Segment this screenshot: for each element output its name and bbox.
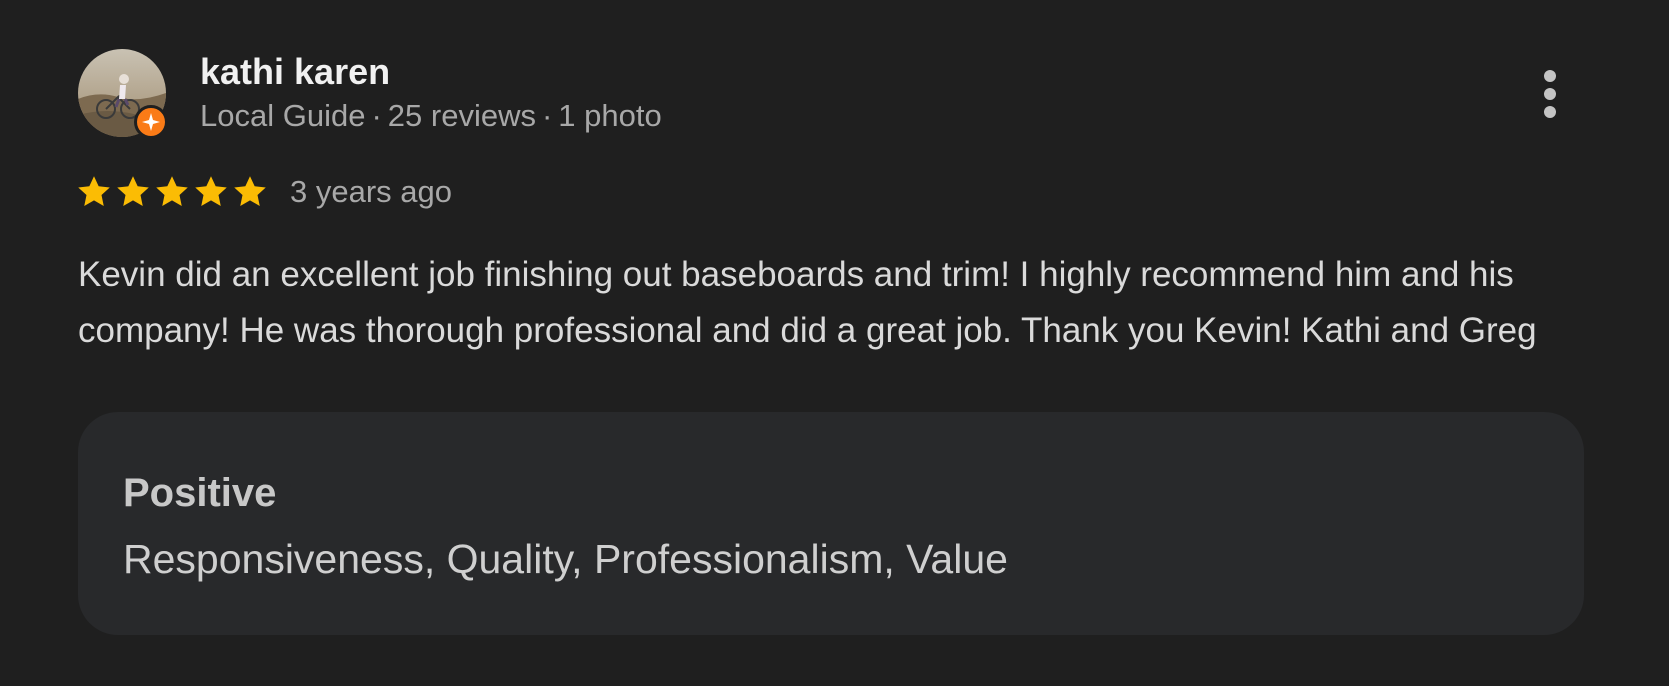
local-guide-badge-icon (134, 105, 168, 139)
avatar[interactable] (78, 49, 168, 139)
reviewer-photo-count: 1 photo (558, 98, 662, 133)
attributes-title: Positive (123, 471, 277, 515)
more-options-button[interactable] (1524, 62, 1576, 126)
attributes-values: Responsiveness, Quality, Professionalism… (123, 536, 1008, 582)
meta-separator: · (541, 98, 553, 133)
meta-separator: · (371, 98, 382, 133)
reviewer-name[interactable]: kathi karen (200, 50, 390, 94)
reviewer-review-count: 25 reviews (387, 98, 536, 133)
star-rating (76, 174, 268, 210)
rating-row: 3 years ago (76, 170, 452, 214)
review-attributes-card: Positive Responsiveness, Quality, Profes… (78, 412, 1584, 635)
star-filled-icon (78, 176, 110, 206)
star-filled-icon (117, 176, 149, 206)
reviewer-level: Local Guide (200, 98, 366, 133)
review-text: Kevin did an excellent job finishing out… (78, 255, 1537, 350)
more-vert-icon (1544, 70, 1556, 118)
review-date: 3 years ago (290, 174, 452, 209)
star-filled-icon (234, 176, 266, 206)
star-filled-icon (195, 176, 227, 206)
review-card: kathi karen Local Guide · 25 reviews · 1 pho… (0, 0, 1669, 686)
star-filled-icon (156, 176, 188, 206)
reviewer-meta[interactable]: Local Guide · 25 reviews · 1 photo (200, 96, 662, 136)
